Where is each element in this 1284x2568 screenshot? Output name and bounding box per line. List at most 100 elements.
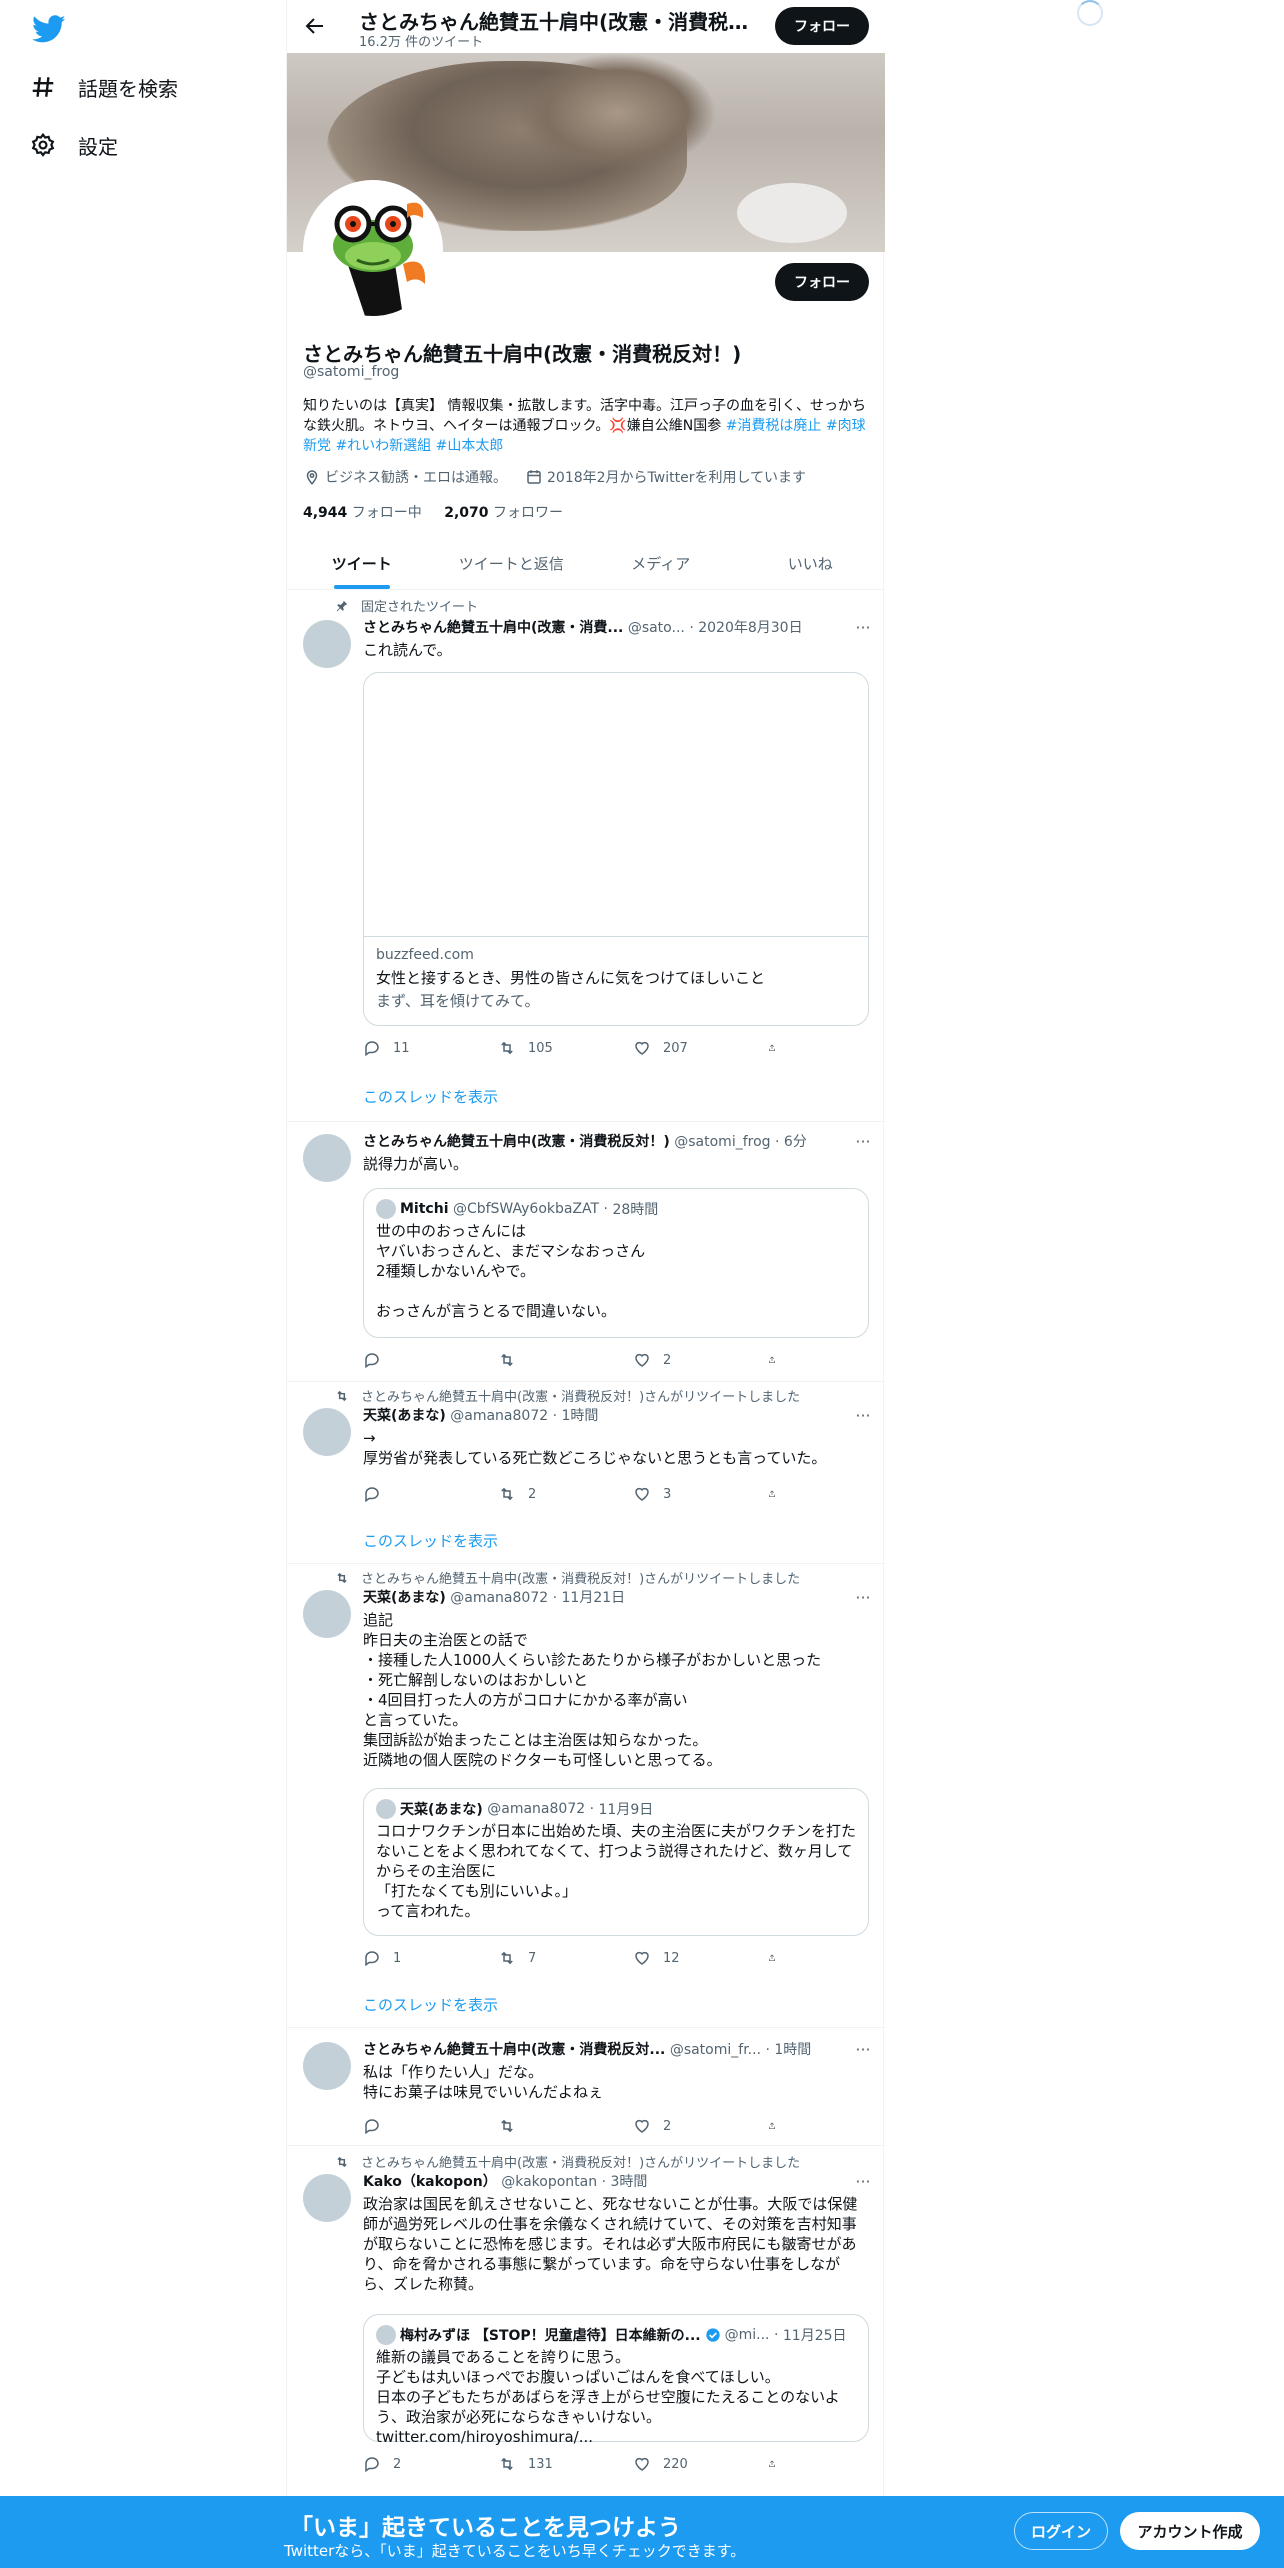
avatar[interactable] [303,620,351,668]
share-button[interactable] [768,1038,788,1058]
tab-tweets-replies[interactable]: ツイートと返信 [437,537,587,589]
like-count: 220 [663,2456,688,2472]
author-name[interactable]: さとみちゃん絶賛五十肩中(改憲・消費税反対... [363,2042,665,2058]
nav-settings-label: 設定 [78,134,118,159]
login-button[interactable]: ログイン [1014,2512,1108,2550]
tab-tweets[interactable]: ツイート [287,537,437,589]
tweet-time[interactable]: 1時間 [774,2042,811,2058]
like-button[interactable]: 2 [633,2116,733,2136]
tweet-time[interactable]: 11月21日 [562,1590,626,1606]
more-icon[interactable]: ··· [853,1406,873,1426]
share-icon [769,1356,775,1363]
like-button[interactable]: 220 [633,2454,733,2474]
author-handle: @kakopontan [501,2174,598,2190]
avatar[interactable] [303,1590,351,1638]
reply-button[interactable] [363,1484,463,1504]
share-button[interactable] [768,1948,788,1968]
profile-avatar[interactable] [303,180,443,320]
avatar[interactable] [303,2042,351,2090]
tweet[interactable]: さとみちゃん絶賛五十肩中(改憲・消費税反対... @satomi_fr... ·… [287,2028,885,2146]
quoted-tweet[interactable]: 梅村みずほ 【STOP！児童虐待】日本維新の... @mi... · 11月25… [363,2314,869,2446]
share-button[interactable] [768,2454,788,2474]
avatar[interactable] [303,2174,351,2222]
author-name[interactable]: 天菜(あまな) [363,1408,446,1424]
profile-name: さとみちゃん絶賛五十肩中(改憲・消費税反対！) [303,342,742,366]
following-label: フォロー中 [351,505,422,521]
heart-icon [635,1041,649,1055]
retweet-button[interactable] [498,2116,598,2136]
share-button[interactable] [768,2116,788,2136]
author-name[interactable]: さとみちゃん絶賛五十肩中(改憲・消費税反対！) [363,1134,670,1150]
retweet-button[interactable]: 105 [498,1038,598,1058]
bio-hashtag[interactable]: #山本太郎 [436,438,504,454]
share-icon [769,2122,775,2129]
quoted-tweet[interactable]: 天菜(あまな) @amana8072 · 11月9日 コロナワクチンが日本に出始… [363,1788,869,1936]
retweet-button[interactable]: 7 [498,1948,598,1968]
tweet[interactable]: さとみちゃん絶賛五十肩中(改憲・消費税反対！)さんがリツイートしました 天菜(あ… [287,1382,885,1564]
show-thread-link[interactable]: このスレッドを表示 [363,1086,498,1107]
share-icon [769,1954,775,1961]
more-icon[interactable]: ··· [853,1588,873,1608]
tweet[interactable]: さとみちゃん絶賛五十肩中(改憲・消費税反対！)さんがリツイートしました 天菜(あ… [287,1564,885,2028]
header-follow-button[interactable]: フォロー [775,7,869,45]
like-button[interactable]: 12 [633,1948,733,1968]
like-button[interactable]: 207 [633,1038,733,1058]
followers-link[interactable]: 2,070 フォロワー [444,505,563,521]
retweet-button[interactable] [498,1350,598,1370]
share-button[interactable] [768,1484,788,1504]
like-button[interactable]: 2 [633,1350,733,1370]
tweet-body: Kako（kakopon） @kakopontan · 3時間 政治家は国民を飢… [363,2172,869,2294]
avatar[interactable] [303,1134,351,1182]
tab-likes[interactable]: いいね [736,537,886,589]
profile-follow-button[interactable]: フォロー [775,263,869,301]
reply-button[interactable] [363,1350,463,1370]
retweet-button[interactable]: 131 [498,2454,598,2474]
tweet[interactable]: さとみちゃん絶賛五十肩中(改憲・消費税反対！)さんがリツイートしました Kako… [287,2146,885,2496]
bio-hashtag[interactable]: #消費税は廃止 [726,418,822,434]
more-icon[interactable]: ··· [853,1132,873,1152]
followers-label: フォロワー [492,505,563,521]
tab-media[interactable]: メディア [586,537,736,589]
show-thread-link[interactable]: このスレッドを表示 [363,1994,498,2015]
like-button[interactable]: 3 [633,1484,733,1504]
tweet[interactable]: さとみちゃん絶賛五十肩中(改憲・消費税反対！) @satomi_frog · 6… [287,1122,885,1382]
tweet-time[interactable]: 2020年8月30日 [698,620,802,636]
card-domain: buzzfeed.com [376,947,474,963]
reply-button[interactable] [363,2116,463,2136]
author-name[interactable]: さとみちゃん絶賛五十肩中(改憲・消費... [363,620,623,636]
tweet-time[interactable]: 6分 [784,1134,807,1150]
author-handle: @satomi_frog [674,1134,771,1150]
bio-hashtag[interactable]: #れいわ新選組 [335,438,431,454]
share-button[interactable] [768,1350,788,1370]
signup-button[interactable]: アカウント作成 [1120,2512,1260,2550]
quoted-tweet[interactable]: Mitchi @CbfSWAy6okbaZAT · 28時間 世の中のおっさんに… [363,1188,869,1338]
reply-count: 2 [393,2456,402,2472]
more-icon[interactable]: ··· [853,2040,873,2060]
reply-button[interactable]: 11 [363,1038,463,1058]
tweet[interactable]: 固定されたツイート さとみちゃん絶賛五十肩中(改憲・消費... @sato...… [287,590,885,1122]
retweet-count: 131 [528,2456,553,2472]
tweet-body: さとみちゃん絶賛五十肩中(改憲・消費税反対... @satomi_fr... ·… [363,2040,869,2102]
reply-button[interactable]: 1 [363,1948,463,1968]
share-icon [769,2460,775,2467]
retweet-icon [337,2156,347,2167]
tweet-time[interactable]: 3時間 [610,2174,647,2190]
author-name[interactable]: 天菜(あまな) [363,1590,446,1606]
tweet-body: さとみちゃん絶賛五十肩中(改憲・消費税反対！) @satomi_frog · 6… [363,1132,869,1174]
reply-button[interactable]: 2 [363,2454,463,2474]
link-card[interactable]: buzzfeed.com 女性と接するとき、男性の皆さんに気をつけてほしいこと … [363,672,869,1026]
author-name[interactable]: Kako（kakopon） [363,2174,497,2190]
retweet-button[interactable]: 2 [498,1484,598,1504]
back-arrow-icon[interactable] [303,14,327,38]
tweet-time[interactable]: 1時間 [562,1408,599,1424]
nav-settings[interactable]: 設定 [30,121,118,169]
show-thread-link[interactable]: このスレッドを表示 [363,1530,498,1551]
twitter-logo-icon[interactable] [32,12,66,46]
nav-explore[interactable]: 話題を検索 [30,63,178,111]
tweet-header: さとみちゃん絶賛五十肩中(改憲・消費... @sato... · 2020年8月… [363,620,803,636]
quote-text: 維新の議員であることを誇りに思う。 子どもは丸いほっぺでお腹いっぱいごはんを食べ… [376,2348,840,2446]
following-link[interactable]: 4,944 フォロー中 [303,505,422,521]
avatar[interactable] [303,1408,351,1456]
more-icon[interactable]: ··· [853,618,873,638]
more-icon[interactable]: ··· [853,2172,873,2192]
